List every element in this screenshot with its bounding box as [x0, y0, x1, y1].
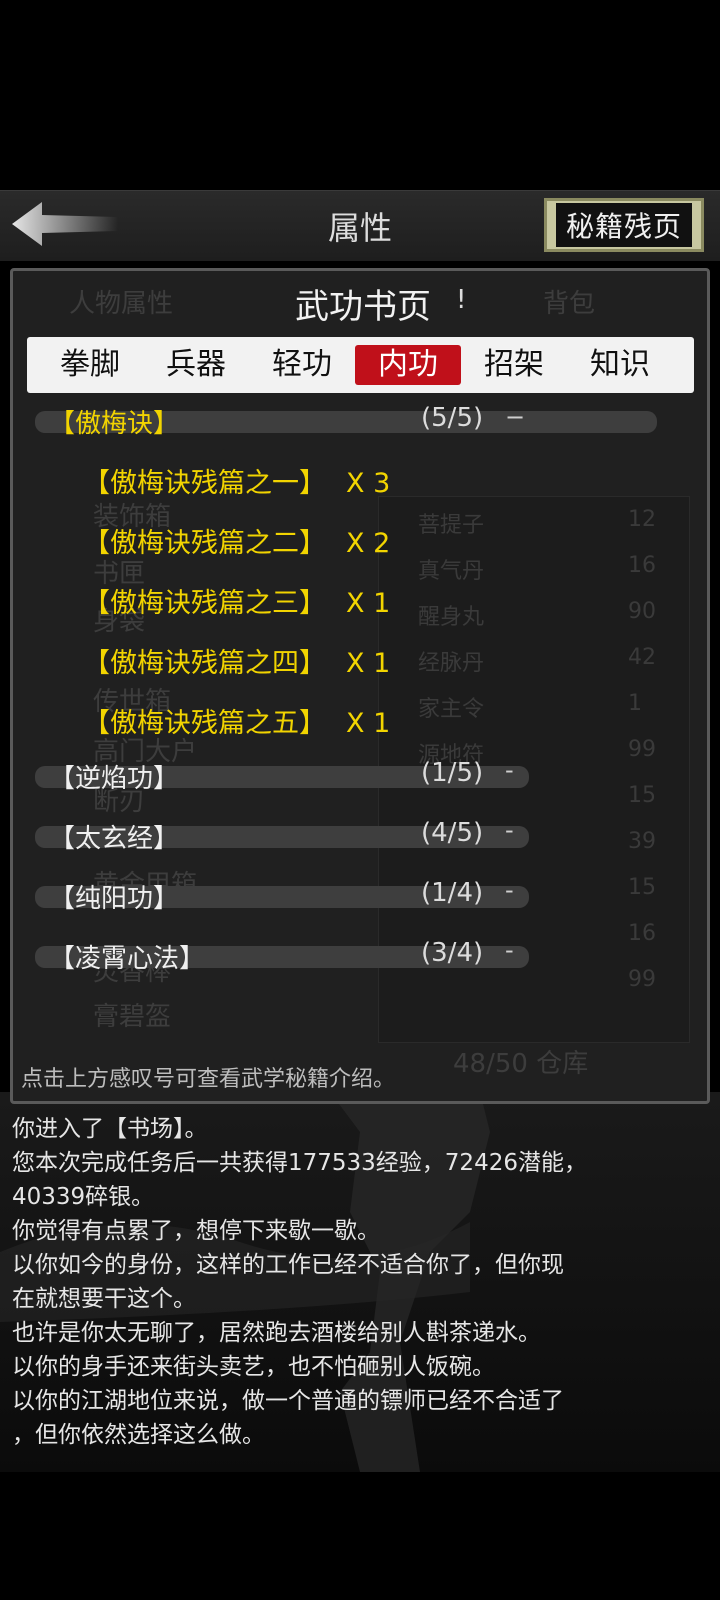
book-name: 【傲梅诀残篇之五】	[83, 708, 326, 739]
martial-pages-panel: 人物属性 背包 装饰箱 书匣 身袋 传世箱 高门大户 断刃 黄金甲箱 灵香棒 膏…	[10, 268, 710, 1104]
tab-fist[interactable]: 拳脚	[37, 345, 143, 385]
category-count: (1/5)	[421, 758, 484, 788]
category-name: 【逆焰功】	[49, 764, 180, 794]
message-log: 你进入了【书场】。 您本次完成任务后一共获得177533经验，72426潜能， …	[12, 1112, 712, 1452]
log-line: 也许是你太无聊了，居然跑去酒楼给别人斟茶递水。	[12, 1320, 541, 1346]
book-name: 【傲梅诀残篇之一】	[83, 468, 326, 499]
book-name: 【傲梅诀残篇之三】	[83, 588, 326, 619]
book-qty: X 1	[346, 708, 391, 739]
tab-knowledge[interactable]: 知识	[567, 345, 673, 385]
secret-pages-label: 秘籍残页	[555, 203, 692, 247]
book-qty: X 1	[346, 648, 391, 679]
book-fragment-item[interactable]: 【傲梅诀残篇之三】 X 1	[83, 581, 390, 620]
info-exclamation-icon[interactable]: !	[456, 285, 466, 315]
bg-item-num: 99	[628, 967, 656, 992]
book-name: 【傲梅诀残篇之四】	[83, 648, 326, 679]
bg-item-num: 15	[628, 783, 656, 808]
expand-icon[interactable]: -	[505, 816, 514, 844]
bg-item-name: 家主令	[418, 697, 485, 722]
secret-pages-button[interactable]: 秘籍残页	[544, 198, 704, 252]
bg-item-name: 经脉丹	[418, 651, 485, 676]
category-count: (4/5)	[421, 818, 484, 848]
book-fragment-item[interactable]: 【傲梅诀残篇之五】 X 1	[83, 701, 390, 740]
bg-item-name: 醒身丸	[418, 605, 485, 630]
category-name: 【凌霄心法】	[49, 944, 206, 974]
log-line: 以你如今的身份，这样的工作已经不适合你了，但你现	[12, 1252, 564, 1278]
expand-icon[interactable]: -	[505, 936, 514, 964]
category-name: 【太玄经】	[49, 824, 180, 854]
bg-item-num: 15	[628, 875, 656, 900]
tab-weapon[interactable]: 兵器	[143, 345, 249, 385]
expand-icon[interactable]: -	[505, 756, 514, 784]
tab-internal[interactable]: 内功	[355, 345, 461, 385]
bg-item-num: 16	[628, 553, 656, 578]
category-name: 【傲梅诀】	[49, 409, 180, 439]
tab-lightness[interactable]: 轻功	[249, 345, 355, 385]
book-fragment-item[interactable]: 【傲梅诀残篇之四】 X 1	[83, 641, 390, 680]
book-qty: X 1	[346, 588, 391, 619]
hint-text: 点击上方感叹号可查看武学秘籍介绍。	[21, 1067, 396, 1092]
log-line: 你进入了【书场】。	[12, 1116, 208, 1142]
log-line: 在就想要干这个。	[12, 1286, 196, 1312]
log-line: 40339碎银。	[12, 1184, 155, 1210]
category-count: (5/5)	[421, 403, 484, 433]
bg-item-num: 12	[628, 507, 656, 532]
bg-item-num: 16	[628, 921, 656, 946]
log-line: 您本次完成任务后一共获得177533经验，72426潜能，	[12, 1150, 587, 1176]
bg-item-num: 39	[628, 829, 656, 854]
bg-storage-count: 48/50 仓库	[453, 1049, 589, 1079]
category-count: (3/4)	[421, 938, 484, 968]
bg-category: 膏碧盔	[93, 1002, 172, 1032]
bg-item-num: 99	[628, 737, 656, 762]
log-line: ，但你依然选择这么做。	[12, 1422, 265, 1448]
book-fragment-item[interactable]: 【傲梅诀残篇之二】 X 2	[83, 521, 390, 560]
log-line: 你觉得有点累了，想停下来歇一歇。	[12, 1218, 380, 1244]
book-qty: X 3	[346, 468, 391, 499]
category-count: (1/4)	[421, 878, 484, 908]
bg-item-name: 真气丹	[418, 559, 485, 584]
expand-icon[interactable]: -	[505, 876, 514, 904]
category-name: 【纯阳功】	[49, 884, 180, 914]
bg-item-num: 1	[628, 691, 642, 716]
collapse-icon[interactable]: −	[505, 403, 525, 431]
log-line: 以你的江湖地位来说，做一个普通的镖师已经不合适了	[12, 1388, 564, 1414]
top-bar: 属性 秘籍残页	[0, 190, 720, 261]
bg-item-num: 42	[628, 645, 656, 670]
bg-item-name: 菩提子	[418, 513, 485, 538]
bg-item-num: 90	[628, 599, 656, 624]
dialog-title: 武功书页	[295, 287, 431, 327]
skill-type-tabs: 拳脚 兵器 轻功 内功 招架 知识	[27, 337, 694, 393]
book-name: 【傲梅诀残篇之二】	[83, 528, 326, 559]
book-qty: X 2	[346, 528, 391, 559]
log-line: 以你的身手还来街头卖艺，也不怕砸别人饭碗。	[12, 1354, 495, 1380]
tab-parry[interactable]: 招架	[461, 345, 567, 385]
book-fragment-item[interactable]: 【傲梅诀残篇之一】 X 3	[83, 461, 390, 500]
